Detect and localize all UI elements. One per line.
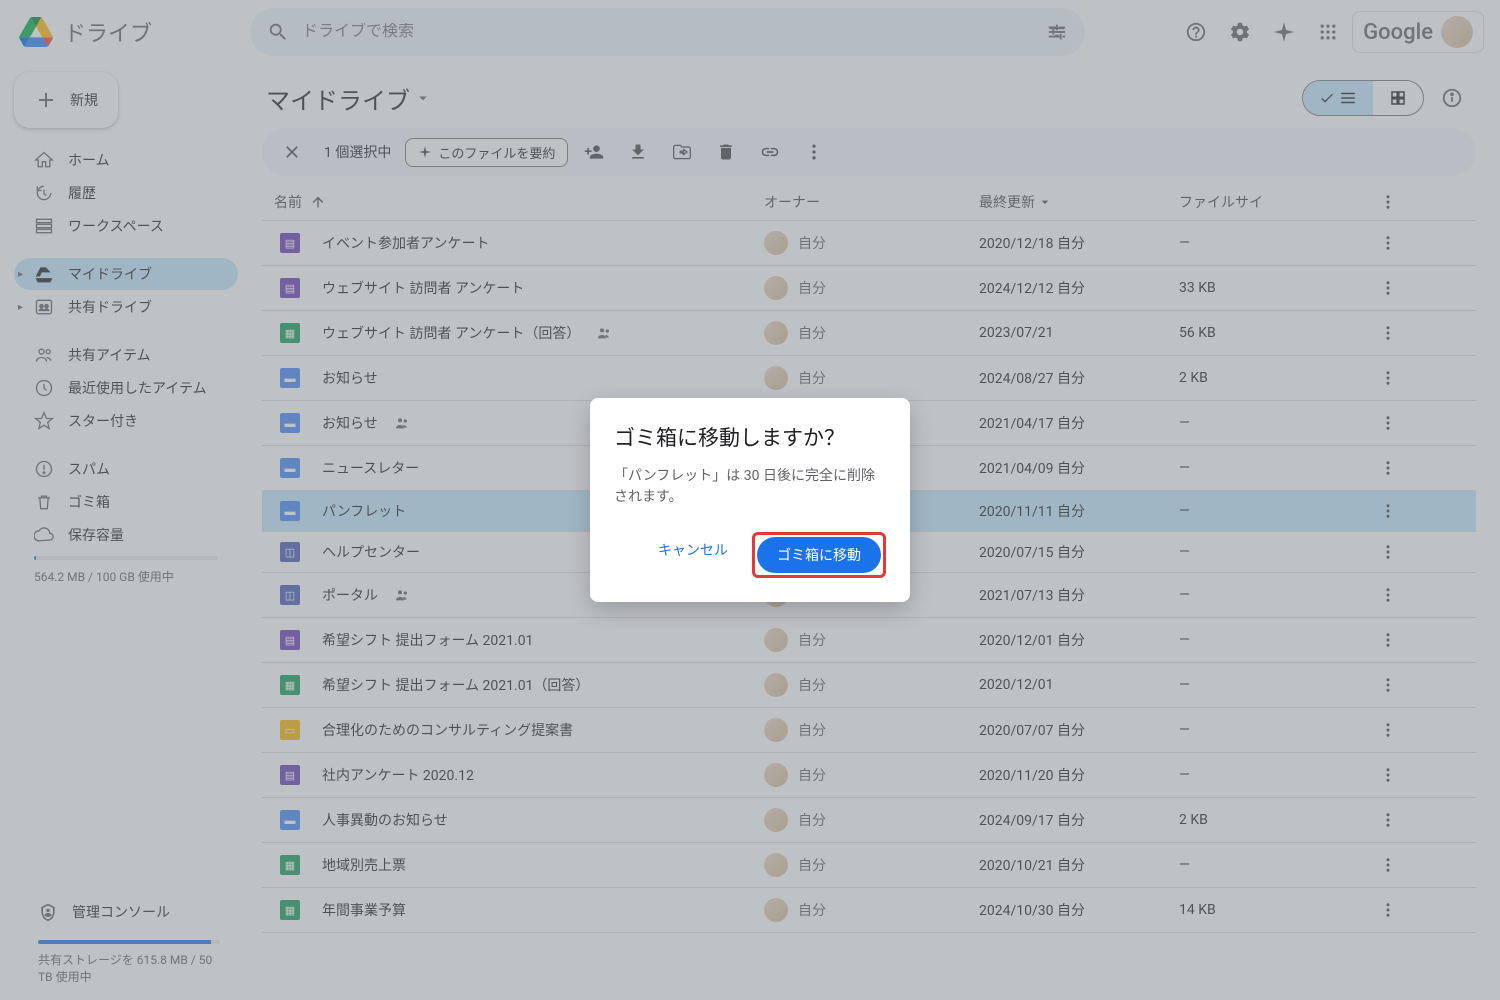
dialog-body: 「パンフレット」は 30 日後に完全に削除されます。 <box>614 466 886 508</box>
modal-overlay: ゴミ箱に移動しますか？ 「パンフレット」は 30 日後に完全に削除されます。 キ… <box>0 0 1500 1000</box>
dialog-actions: キャンセル ゴミ箱に移動 <box>614 532 886 578</box>
highlight-annotation: ゴミ箱に移動 <box>752 532 886 578</box>
dialog-title: ゴミ箱に移動しますか？ <box>614 422 886 452</box>
confirm-button[interactable]: ゴミ箱に移動 <box>757 537 881 573</box>
cancel-button[interactable]: キャンセル <box>642 532 744 578</box>
confirm-dialog: ゴミ箱に移動しますか？ 「パンフレット」は 30 日後に完全に削除されます。 キ… <box>590 398 910 602</box>
